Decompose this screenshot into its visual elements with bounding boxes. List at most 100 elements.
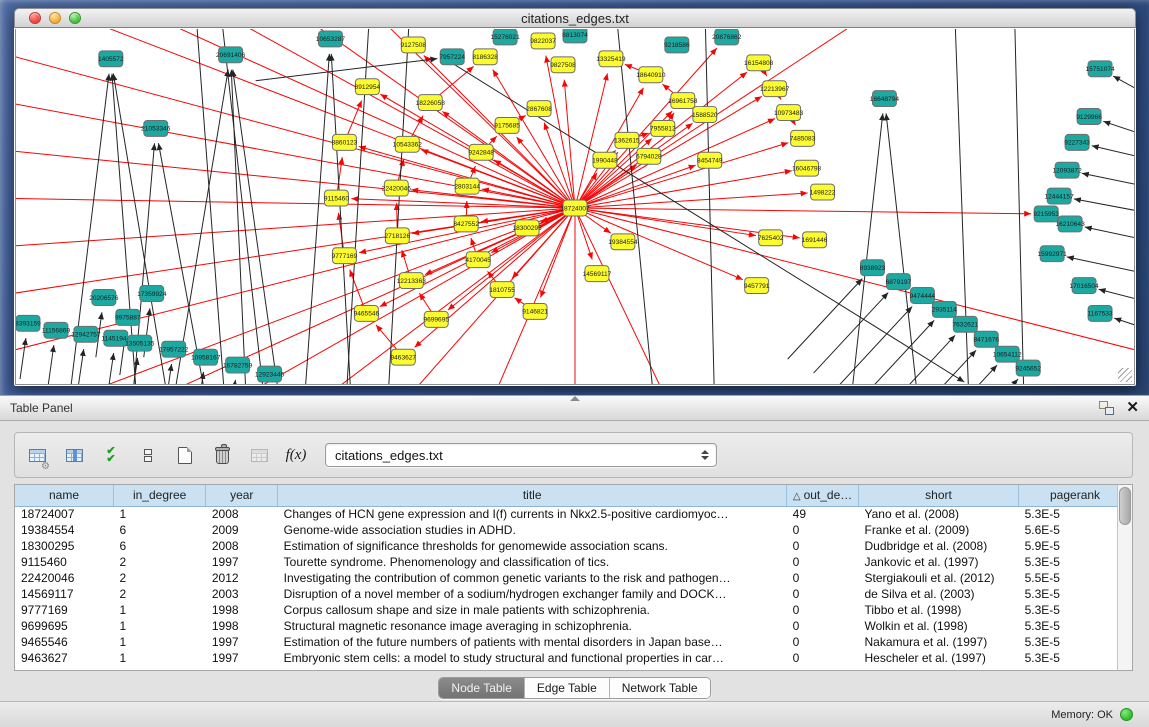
graph-node[interactable]: 16046798 bbox=[792, 160, 822, 176]
graph-node[interactable]: 2718126 bbox=[385, 228, 411, 244]
graph-node[interactable]: 12093872 bbox=[1052, 162, 1082, 178]
graph-node[interactable]: 9227343 bbox=[1064, 134, 1090, 150]
graph-node[interactable]: 8186328 bbox=[472, 49, 498, 65]
graph-node[interactable]: 9975887 bbox=[115, 309, 141, 325]
scrollbar-thumb[interactable] bbox=[1119, 487, 1131, 525]
graph-node[interactable]: 17957222 bbox=[159, 341, 189, 357]
graph-node[interactable]: 10543362 bbox=[393, 136, 423, 152]
graph-node[interactable]: 15751074 bbox=[1085, 61, 1115, 77]
graph-node[interactable]: 9215953 bbox=[1033, 206, 1059, 222]
graph-node[interactable]: 8938923 bbox=[860, 260, 886, 276]
graph-node[interactable]: 16961758 bbox=[668, 93, 698, 109]
graph-node[interactable]: 12923446 bbox=[255, 366, 285, 382]
graph-node[interactable]: 12942757 bbox=[71, 326, 101, 342]
column-header-title[interactable]: title bbox=[278, 485, 787, 506]
table-row[interactable]: 1872400712008Changes of HCN gene express… bbox=[15, 506, 1132, 522]
network-graph[interactable]: 18724007 2867608 91756859242848 2803144 8427… bbox=[16, 29, 1134, 384]
table-settings-button[interactable]: ⚙ bbox=[25, 442, 49, 468]
graph-node[interactable]: 19384554 bbox=[608, 234, 638, 250]
graph-node[interactable]: 9146821 bbox=[522, 303, 548, 319]
graph-node[interactable]: 1588520 bbox=[692, 107, 718, 123]
graph-node[interactable]: 16154808 bbox=[744, 55, 774, 71]
graph-node[interactable]: 9242848 bbox=[468, 144, 494, 160]
network-view[interactable]: 18724007 2867608 91756859242848 2803144 8427… bbox=[15, 29, 1135, 385]
network-window-titlebar[interactable]: citations_edges.txt bbox=[14, 8, 1136, 28]
graph-node[interactable]: 10653287 bbox=[316, 31, 346, 47]
table-row[interactable]: 911546021997Tourette syndrome. Phenomeno… bbox=[15, 554, 1132, 570]
graph-node[interactable]: 16210643 bbox=[1055, 216, 1085, 232]
graph-node[interactable]: 7955812 bbox=[650, 120, 676, 136]
graph-node[interactable]: 7632621 bbox=[952, 316, 978, 332]
graph-node[interactable]: 8860123 bbox=[332, 134, 358, 150]
tab-node-table[interactable]: Node Table bbox=[439, 678, 525, 698]
tab-network-table[interactable]: Network Table bbox=[610, 678, 710, 698]
float-panel-icon[interactable] bbox=[1099, 401, 1114, 415]
new-table-button[interactable] bbox=[173, 442, 197, 468]
function-builder-button[interactable]: f(x) bbox=[284, 442, 308, 468]
graph-node[interactable]: 14569117 bbox=[583, 266, 612, 282]
table-row[interactable]: 1938455462009Genome-wide association stu… bbox=[15, 522, 1132, 538]
graph-node[interactable]: 13325419 bbox=[596, 51, 626, 67]
graph-node[interactable]: 8471676 bbox=[973, 331, 999, 347]
graph-node[interactable]: 9827508 bbox=[550, 57, 576, 73]
graph-node[interactable]: 6794028 bbox=[636, 148, 662, 164]
graph-node[interactable]: 1691446 bbox=[802, 232, 828, 248]
graph-node[interactable]: 9175685 bbox=[494, 118, 520, 134]
graph-node[interactable]: 9115460 bbox=[324, 190, 349, 206]
graph-node[interactable]: 1990448 bbox=[592, 152, 618, 168]
vertical-scrollbar[interactable] bbox=[1117, 485, 1132, 670]
graph-node[interactable]: 7957224 bbox=[439, 49, 465, 65]
close-panel-icon[interactable]: ✕ bbox=[1126, 401, 1139, 415]
graph-node[interactable]: 8454749 bbox=[697, 152, 723, 168]
graph-node[interactable]: 10654112 bbox=[993, 346, 1022, 362]
graph-node[interactable]: 11156869 bbox=[42, 322, 71, 338]
graph-node[interactable]: 9127508 bbox=[400, 37, 426, 53]
graph-node[interactable]: 12444157 bbox=[1045, 188, 1075, 204]
graph-node[interactable]: 8393159 bbox=[16, 315, 41, 331]
graph-node[interactable]: 2803144 bbox=[454, 178, 480, 194]
graph-node[interactable]: 13505135 bbox=[125, 335, 155, 351]
graph-node[interactable]: 20691406 bbox=[216, 47, 246, 63]
table-row[interactable]: 969969511998Structural magnetic resonanc… bbox=[15, 618, 1132, 634]
graph-node[interactable]: 17016504 bbox=[1069, 278, 1099, 294]
table-row[interactable]: 1830029562008Estimation of significance … bbox=[15, 538, 1132, 554]
column-header-out-de-[interactable]: △out_de… bbox=[787, 485, 859, 506]
graph-node[interactable]: 7625402 bbox=[758, 230, 784, 246]
graph-node[interactable]: 9777169 bbox=[332, 248, 358, 264]
graph-node[interactable]: 1167533 bbox=[1088, 305, 1113, 321]
delete-table-button[interactable] bbox=[210, 442, 234, 468]
graph-node[interactable]: 12213363 bbox=[397, 273, 427, 289]
table-selector-dropdown[interactable]: citations_edges.txt bbox=[325, 443, 717, 467]
graph-node[interactable]: 21053346 bbox=[141, 120, 171, 136]
graph-node[interactable]: 6879197 bbox=[886, 274, 912, 290]
panel-divider-handle[interactable] bbox=[570, 396, 580, 401]
graph-node[interactable]: 2935114 bbox=[932, 301, 957, 317]
graph-node[interactable]: 18724007 bbox=[560, 200, 590, 216]
graph-node[interactable]: 15276021 bbox=[490, 29, 520, 45]
table-row[interactable]: 977716911998Corpus callosum shape and si… bbox=[15, 602, 1132, 618]
table-row[interactable]: 946554611997Estimation of the future num… bbox=[15, 634, 1132, 650]
graph-node[interactable]: 9822037 bbox=[530, 33, 556, 49]
graph-node[interactable]: 7485083 bbox=[790, 130, 816, 146]
deselect-rows-button[interactable] bbox=[136, 442, 160, 468]
select-column-button[interactable] bbox=[62, 442, 86, 468]
graph-node[interactable]: 22420046 bbox=[382, 180, 412, 196]
graph-node[interactable]: 17359924 bbox=[137, 286, 167, 302]
graph-node[interactable]: 12213967 bbox=[760, 81, 790, 97]
column-header-name[interactable]: name bbox=[15, 485, 114, 506]
graph-node[interactable]: 2867608 bbox=[526, 101, 552, 117]
graph-node[interactable]: 20206576 bbox=[89, 290, 119, 306]
resize-grip-icon[interactable] bbox=[1118, 368, 1132, 382]
graph-node[interactable]: 9465546 bbox=[354, 305, 380, 321]
graph-node[interactable]: 18226058 bbox=[416, 95, 446, 111]
graph-node[interactable]: 16782759 bbox=[223, 357, 253, 373]
graph-node[interactable]: 10958167 bbox=[191, 349, 221, 365]
graph-node[interactable]: 1405572 bbox=[98, 51, 124, 67]
graph-node[interactable]: 9129966 bbox=[1076, 109, 1102, 125]
graph-node[interactable]: 1362615 bbox=[614, 132, 640, 148]
graph-node[interactable]: 4170045 bbox=[465, 252, 491, 268]
graph-node[interactable]: 18640910 bbox=[636, 67, 666, 83]
graph-node[interactable]: 8427552 bbox=[453, 216, 479, 232]
table-row[interactable]: 1456911722003Disruption of a novel membe… bbox=[15, 586, 1132, 602]
table-row[interactable]: 2242004622012Investigating the contribut… bbox=[15, 570, 1132, 586]
